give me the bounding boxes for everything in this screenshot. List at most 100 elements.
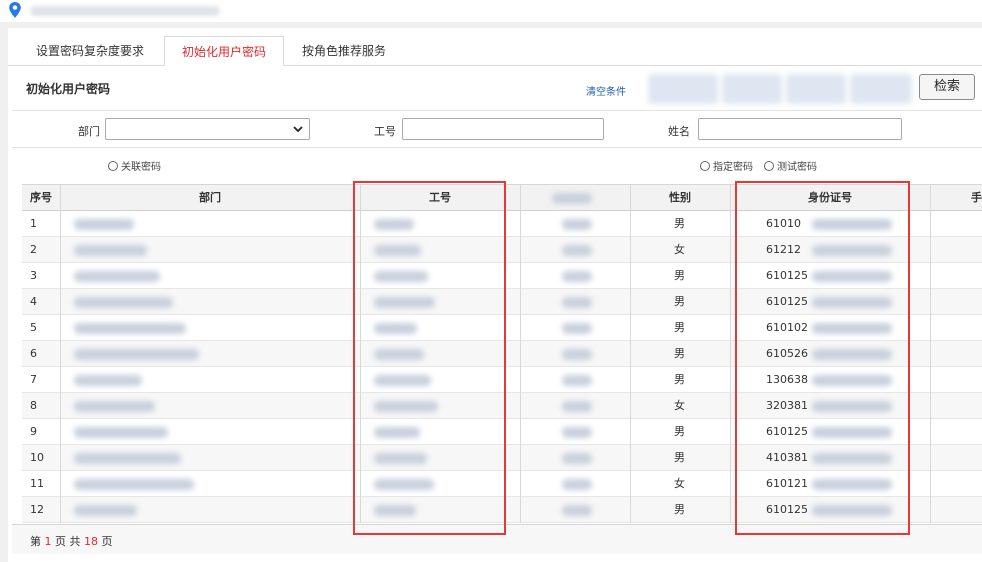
column-header-phone: 手: [971, 191, 982, 204]
redacted-department: [74, 453, 181, 464]
redacted-employee-no: [374, 401, 438, 412]
row-gender: 男: [674, 269, 685, 282]
table-row[interactable]: 2 女 61212: [22, 237, 982, 263]
tab-role-recommend-service[interactable]: 按角色推荐服务: [284, 36, 404, 66]
row-index: 8: [30, 399, 37, 412]
table-row[interactable]: 11 女 610121: [22, 471, 982, 497]
redacted-name: [562, 479, 592, 490]
table-row[interactable]: 4 男 610125: [22, 289, 982, 315]
row-gender: 男: [674, 373, 685, 386]
column-divider: [930, 185, 931, 523]
row-gender: 男: [674, 321, 685, 334]
top-location-bar: [0, 0, 982, 22]
table-row[interactable]: 5 男 610102: [22, 315, 982, 341]
tab-init-user-password[interactable]: 初始化用户密码: [164, 36, 284, 66]
redacted-department: [74, 323, 186, 334]
table-row[interactable]: 9 男 610125: [22, 419, 982, 445]
department-label: 部门: [78, 125, 100, 138]
redacted-department: [74, 401, 155, 412]
row-gender: 女: [674, 477, 685, 490]
redacted-name: [562, 245, 592, 256]
redacted-department: [74, 375, 142, 386]
column-divider: [520, 185, 521, 523]
redacted-name: [562, 375, 592, 386]
table-row[interactable]: 1 男 61010: [22, 211, 982, 237]
column-divider: [60, 185, 61, 523]
row-index: 9: [30, 425, 37, 438]
pager-current-page[interactable]: 1: [45, 535, 52, 548]
name-input[interactable]: [698, 118, 902, 140]
redacted-name: [562, 505, 592, 516]
redacted-id-remainder: [812, 323, 892, 334]
pager-page-word: 页: [55, 535, 66, 548]
redacted-id-remainder: [812, 427, 892, 438]
chevron-down-icon: [293, 122, 303, 139]
radio-specified-password[interactable]: 指定密码: [700, 158, 753, 173]
pagination: 第 1 页 共 18 页: [12, 524, 982, 554]
row-index: 1: [30, 217, 37, 230]
table-row[interactable]: 10 男 410381: [22, 445, 982, 471]
redacted-employee-no: [374, 297, 435, 308]
redacted-department: [74, 271, 160, 282]
redacted-filter-chip[interactable]: [722, 74, 782, 104]
table-row[interactable]: 8 女 320381: [22, 393, 982, 419]
tab-password-complexity[interactable]: 设置密码复杂度要求: [16, 36, 164, 66]
row-id-number: 61010: [766, 217, 801, 230]
column-header-gender: 性别: [669, 191, 691, 204]
pagination-text: 第 1 页 共 18 页: [30, 533, 113, 549]
password-mode-radios: 关联密码 指定密码 测试密码: [12, 152, 982, 178]
table-row[interactable]: 6 男 610526: [22, 341, 982, 367]
column-header-department: 部门: [199, 191, 221, 204]
row-id-number: 610125: [766, 269, 808, 282]
row-index: 4: [30, 295, 37, 308]
row-gender: 女: [674, 399, 685, 412]
redacted-id-remainder: [812, 375, 892, 386]
redacted-name: [562, 349, 592, 360]
redacted-id-remainder: [812, 297, 892, 308]
clear-conditions-link[interactable]: 清空条件: [586, 83, 626, 98]
redacted-name: [562, 453, 592, 464]
redacted-id-remainder: [812, 401, 892, 412]
radio-circle-icon: [108, 161, 118, 171]
section-title: 初始化用户密码: [26, 82, 111, 96]
table-row[interactable]: 12 男 610125: [22, 497, 982, 523]
pager-total-pages[interactable]: 18: [84, 535, 98, 548]
column-header-employee-no: 工号: [429, 191, 451, 204]
row-id-number: 320381: [766, 399, 808, 412]
table-row[interactable]: 7 男 130638: [22, 367, 982, 393]
radio-test-password[interactable]: 测试密码: [764, 158, 817, 173]
table-row[interactable]: 3 男 610125: [22, 263, 982, 289]
column-header-index: 序号: [30, 191, 52, 204]
redacted-filter-chip[interactable]: [850, 74, 912, 104]
redacted-id-remainder: [812, 245, 892, 256]
redacted-id-remainder: [812, 479, 892, 490]
redacted-employee-no: [374, 323, 417, 334]
department-select[interactable]: [105, 118, 310, 140]
redacted-id-remainder: [812, 271, 892, 282]
redacted-name: [562, 401, 592, 412]
row-gender: 男: [674, 425, 685, 438]
redacted-header-text: [552, 193, 592, 204]
radio-specified-password-label: 指定密码: [713, 162, 753, 173]
radio-linked-password-label: 关联密码: [121, 162, 161, 173]
row-index: 6: [30, 347, 37, 360]
redacted-employee-no: [374, 479, 434, 490]
table-header: 序号 部门 工号 性别 身份证号 手: [22, 185, 982, 211]
row-id-number: 610102: [766, 321, 808, 334]
redacted-filter-chip[interactable]: [648, 74, 718, 104]
row-index: 3: [30, 269, 37, 282]
pager-total-suffix: 页: [101, 535, 113, 548]
radio-circle-icon: [700, 161, 710, 171]
radio-linked-password[interactable]: 关联密码: [108, 158, 161, 173]
row-id-number: 610125: [766, 295, 808, 308]
redacted-employee-no: [374, 453, 427, 464]
row-gender: 男: [674, 347, 685, 360]
main-panel: 设置密码复杂度要求 初始化用户密码 按角色推荐服务 初始化用户密码 清空条件 检…: [8, 28, 982, 562]
search-button[interactable]: 检索: [919, 74, 975, 100]
column-divider: [630, 185, 631, 523]
redacted-employee-no: [374, 427, 420, 438]
row-gender: 男: [674, 503, 685, 516]
employee-no-input[interactable]: [402, 118, 604, 140]
redacted-filter-chip[interactable]: [786, 74, 846, 104]
pager-prefix: 第: [30, 535, 41, 548]
